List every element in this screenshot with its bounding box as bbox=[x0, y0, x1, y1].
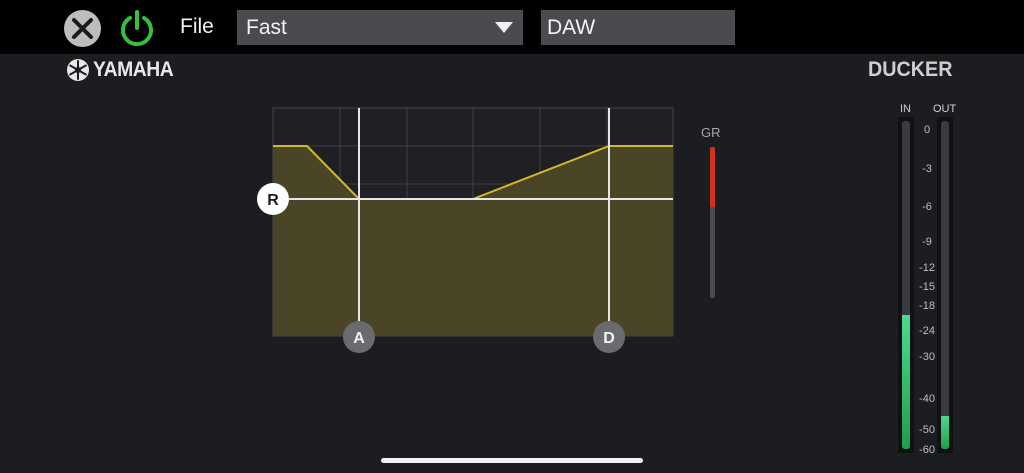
decay-handle-label: D bbox=[603, 330, 615, 347]
db-scale-tick: -3 bbox=[922, 163, 932, 175]
power-icon bbox=[121, 10, 153, 47]
yamaha-logo: YAMAHA bbox=[66, 58, 180, 82]
module-title: DUCKER bbox=[868, 58, 953, 81]
close-button[interactable] bbox=[64, 10, 101, 47]
db-scale-tick: -30 bbox=[919, 351, 935, 363]
close-icon bbox=[72, 18, 93, 39]
range-handle[interactable]: R bbox=[257, 183, 289, 215]
top-toolbar: File Fast DAW bbox=[0, 0, 1024, 54]
db-scale-tick: -18 bbox=[919, 300, 935, 312]
db-scale-tick: -15 bbox=[919, 281, 935, 293]
db-scale-tick: -12 bbox=[919, 262, 935, 274]
power-button[interactable] bbox=[119, 9, 155, 47]
tuning-fork-logo-icon bbox=[67, 59, 89, 81]
attack-handle[interactable]: A bbox=[343, 321, 375, 353]
brand-name: YAMAHA bbox=[93, 58, 174, 81]
db-scale-tick: -60 bbox=[919, 444, 935, 456]
db-scale-tick: -6 bbox=[922, 201, 932, 213]
db-scale-tick: -24 bbox=[919, 325, 935, 337]
preset-name-value: DAW bbox=[547, 16, 596, 39]
db-scale-tick: 0 bbox=[923, 124, 931, 136]
db-scale-tick: -9 bbox=[922, 236, 932, 248]
preset-value: Fast bbox=[246, 16, 287, 39]
attack-handle-label: A bbox=[353, 330, 365, 347]
out-meter-track bbox=[941, 121, 949, 449]
home-indicator bbox=[381, 458, 643, 463]
gr-meter-fill bbox=[710, 147, 715, 208]
in-meter-track bbox=[902, 121, 910, 449]
file-menu[interactable]: File bbox=[180, 15, 214, 39]
preset-select[interactable]: Fast bbox=[237, 10, 523, 45]
in-meter-fill bbox=[902, 314, 910, 449]
out-meter-fill bbox=[941, 416, 949, 449]
gr-meter bbox=[710, 147, 715, 298]
ducker-envelope-graph[interactable]: R A D bbox=[250, 100, 690, 360]
range-handle-label: R bbox=[267, 192, 279, 209]
db-scale-tick: -40 bbox=[919, 393, 935, 405]
in-level-meter bbox=[898, 117, 914, 453]
db-scale-tick: -50 bbox=[919, 424, 935, 436]
in-meter-label: IN bbox=[900, 103, 911, 115]
preset-name-field[interactable]: DAW bbox=[541, 10, 735, 45]
dropdown-arrow-icon bbox=[495, 22, 513, 33]
gr-meter-label: GR bbox=[701, 125, 721, 140]
out-meter-label: OUT bbox=[933, 103, 957, 115]
decay-handle[interactable]: D bbox=[593, 321, 625, 353]
